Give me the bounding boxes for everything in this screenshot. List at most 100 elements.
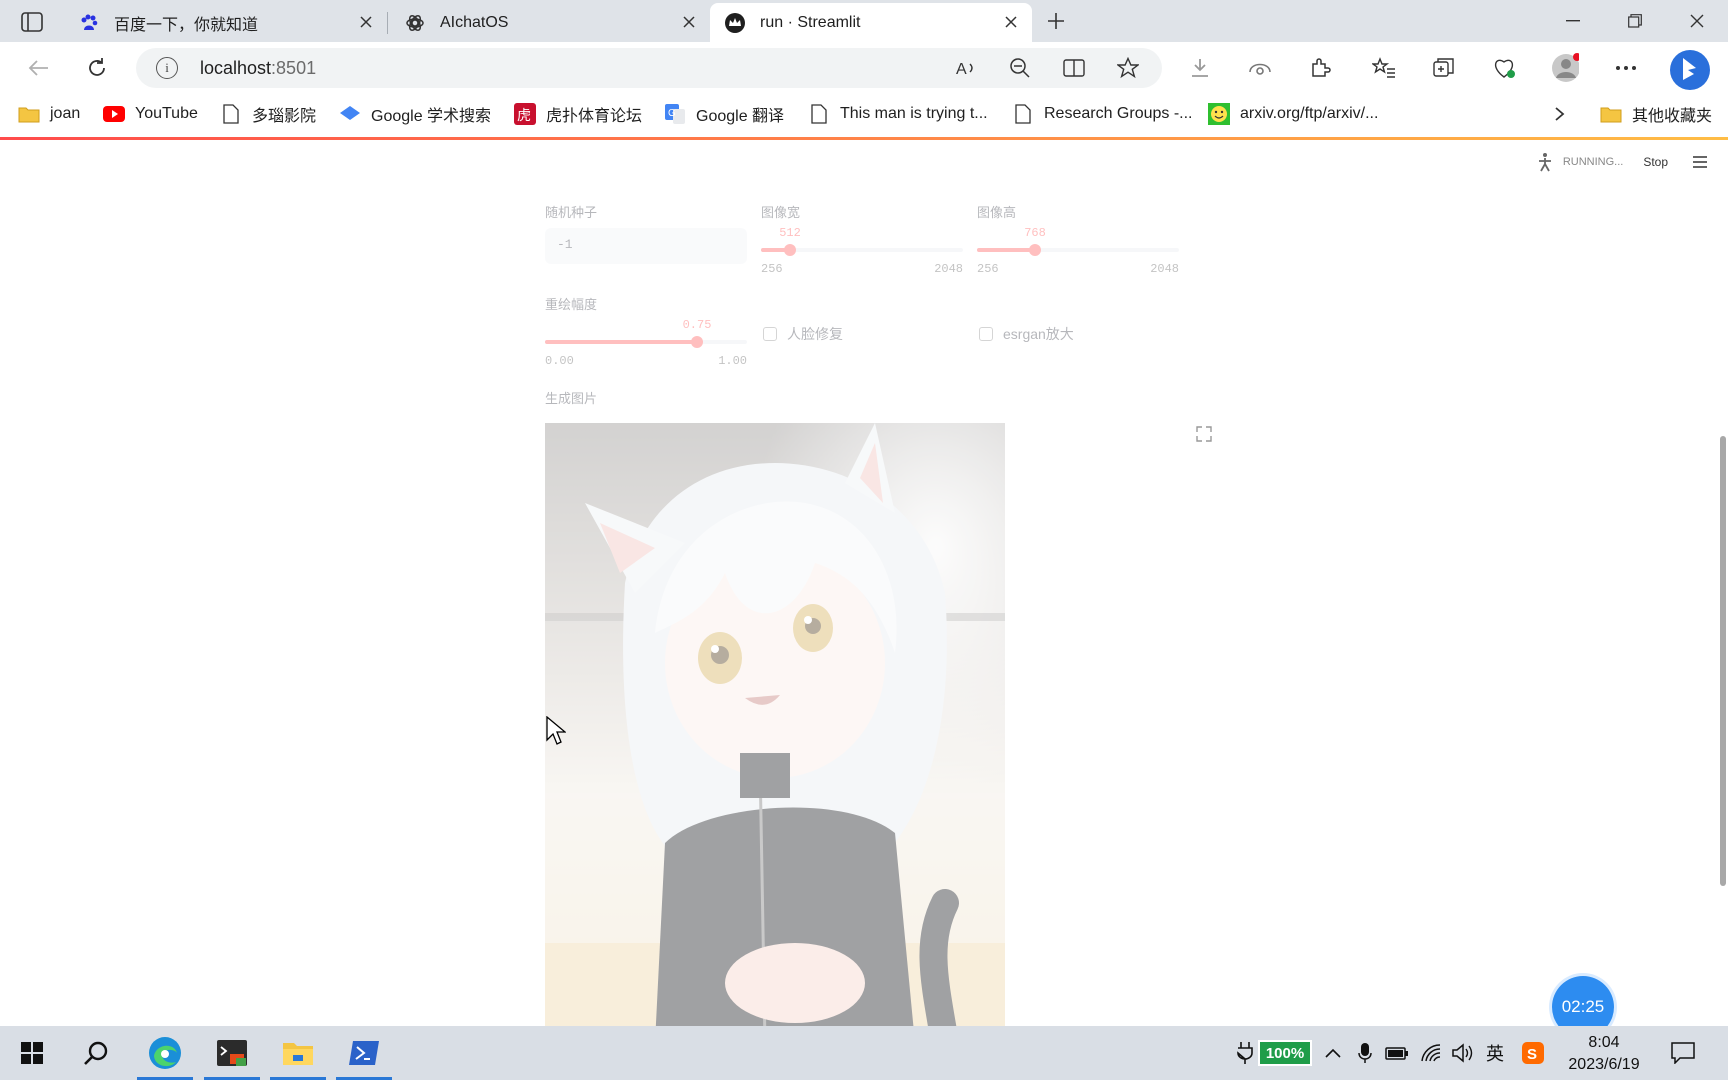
bookmark-research-groups[interactable]: Research Groups -... — [1012, 100, 1193, 128]
bookmark-duonao[interactable]: 多瑙影院 — [220, 100, 316, 128]
youtube-icon — [103, 103, 125, 125]
tab-baidu[interactable]: 百度一下，你就知道 — [64, 3, 387, 42]
width-slider[interactable]: 512 256 2048 — [761, 226, 963, 276]
file-explorer-icon[interactable] — [266, 1026, 330, 1080]
strength-slider[interactable]: 0.75 0.00 1.00 — [545, 318, 747, 368]
slider-min: 0.00 — [545, 354, 574, 368]
bookmark-arxiv[interactable]: arxiv.org/ftp/arxiv/... — [1208, 100, 1378, 128]
close-tab-icon[interactable] — [357, 13, 375, 31]
close-window-icon[interactable] — [1674, 6, 1720, 36]
zoom-out-icon[interactable] — [1008, 56, 1032, 80]
ime-indicator[interactable]: 英 — [1482, 1040, 1508, 1066]
slider-value: 768 — [1024, 226, 1046, 240]
new-tab-button[interactable] — [1042, 9, 1070, 33]
slider-fill — [977, 248, 1035, 252]
bookmark-this-man[interactable]: This man is trying t... — [808, 100, 988, 128]
fullscreen-expand-icon[interactable] — [1196, 426, 1212, 442]
restore-icon[interactable] — [1612, 6, 1658, 36]
stop-button[interactable]: Stop — [1643, 155, 1668, 169]
powershell-icon[interactable] — [332, 1026, 396, 1080]
microphone-icon[interactable] — [1352, 1040, 1378, 1066]
bookmark-label: Google 翻译 — [696, 108, 785, 125]
battery-saver-icon[interactable] — [1384, 1040, 1410, 1066]
bookmark-label: This man is trying t... — [840, 105, 988, 122]
bookmark-hupu[interactable]: 虎虎扑体育论坛 — [514, 100, 642, 128]
close-tab-icon[interactable] — [1002, 13, 1020, 31]
profile-avatar-icon[interactable] — [1551, 53, 1579, 82]
tray-expand-chevron-icon[interactable] — [1320, 1040, 1346, 1066]
tab-separator — [387, 12, 388, 34]
address-bar[interactable]: i localhost:8501 A — [136, 48, 1162, 88]
hamburger-menu-icon[interactable] — [1692, 155, 1708, 169]
favorite-star-icon[interactable] — [1116, 56, 1140, 80]
running-dim-overlay — [545, 423, 1005, 1026]
seed-label: 随机种子 — [545, 205, 598, 220]
page-icon — [1012, 103, 1034, 125]
read-aloud-icon[interactable]: A — [954, 56, 978, 80]
checkbox-label: 人脸修复 — [787, 326, 843, 342]
windows-taskbar: 100% 英 S 8:04 2023/6/19 — [0, 1026, 1728, 1080]
svg-text:G: G — [668, 108, 676, 119]
bookmark-label: 多瑙影院 — [252, 108, 317, 125]
checkbox-box[interactable] — [979, 327, 993, 341]
slider-thumb[interactable] — [1029, 244, 1041, 256]
windows-start-icon[interactable] — [0, 1026, 64, 1080]
anaconda-prompt-icon[interactable] — [200, 1026, 264, 1080]
tab-actions-icon[interactable] — [14, 10, 50, 34]
tab-streamlit[interactable]: run · Streamlit — [710, 3, 1032, 42]
bookmarks-overflow-chevron-icon[interactable] — [1554, 100, 1566, 128]
esrgan-checkbox[interactable]: esrgan放大 — [979, 324, 1074, 344]
slider-thumb[interactable] — [691, 336, 703, 348]
bookmark-label: arxiv.org/ftp/arxiv/... — [1240, 105, 1379, 122]
performance-icon[interactable] — [1246, 54, 1274, 82]
slider-max: 2048 — [934, 262, 963, 276]
minimize-icon[interactable] — [1550, 6, 1596, 36]
slider-thumb[interactable] — [784, 244, 796, 256]
system-clock[interactable]: 8:04 2023/6/19 — [1562, 1032, 1646, 1076]
extensions-icon[interactable] — [1306, 54, 1334, 82]
browser-essentials-icon[interactable] — [1490, 54, 1518, 82]
power-plug-icon[interactable] — [1232, 1040, 1258, 1066]
face-restore-checkbox[interactable]: 人脸修复 — [763, 324, 843, 344]
site-info-icon[interactable]: i — [156, 57, 178, 79]
bookmark-youtube[interactable]: YouTube — [103, 100, 198, 128]
bing-chat-icon[interactable] — [1668, 48, 1712, 92]
generated-image — [545, 423, 1005, 1026]
page-scrollbar[interactable] — [1718, 140, 1728, 1026]
timer-badge[interactable]: 02:25 — [1552, 976, 1614, 1026]
output-image-label: 生成图片 — [545, 391, 598, 406]
refresh-icon[interactable] — [81, 52, 113, 84]
bookmark-joan[interactable]: joan — [18, 100, 80, 128]
close-tab-icon[interactable] — [680, 13, 698, 31]
bookmark-google-scholar[interactable]: Google 学术搜索 — [339, 100, 491, 128]
favorites-icon[interactable] — [1370, 54, 1398, 82]
sogou-ime-icon[interactable]: S — [1520, 1040, 1546, 1066]
width-label: 图像宽 — [761, 205, 801, 220]
page-icon — [220, 103, 242, 125]
download-icon[interactable] — [1186, 54, 1214, 82]
url-host: localhost — [200, 58, 272, 78]
volume-icon[interactable] — [1450, 1040, 1476, 1066]
split-screen-icon[interactable] — [1062, 56, 1086, 80]
checkbox-box[interactable] — [763, 327, 777, 341]
collections-icon[interactable] — [1430, 54, 1458, 82]
running-man-icon — [1538, 153, 1551, 172]
tab-title: run · Streamlit — [760, 13, 861, 31]
notifications-icon[interactable] — [1670, 1040, 1696, 1066]
slider-fill — [545, 340, 697, 344]
edge-taskbar-icon[interactable] — [133, 1026, 197, 1080]
wifi-icon[interactable] — [1418, 1040, 1444, 1066]
bookmark-label: 其他收藏夹 — [1632, 108, 1713, 125]
battery-indicator[interactable]: 100% — [1258, 1040, 1312, 1066]
slider-value: 512 — [779, 226, 801, 240]
tab-aichatos[interactable]: AIchatOS — [390, 3, 710, 42]
bookmark-other-favorites[interactable]: 其他收藏夹 — [1600, 100, 1712, 128]
height-slider[interactable]: 768 256 2048 — [977, 226, 1179, 276]
back-arrow-icon[interactable] — [22, 52, 54, 84]
seed-input[interactable]: -1 — [545, 228, 747, 264]
more-menu-icon[interactable] — [1612, 54, 1640, 82]
slider-max: 2048 — [1150, 262, 1179, 276]
bookmark-google-translate[interactable]: G Google 翻译 — [664, 100, 784, 128]
scrollbar-thumb[interactable] — [1720, 436, 1726, 886]
search-icon[interactable] — [64, 1026, 128, 1080]
